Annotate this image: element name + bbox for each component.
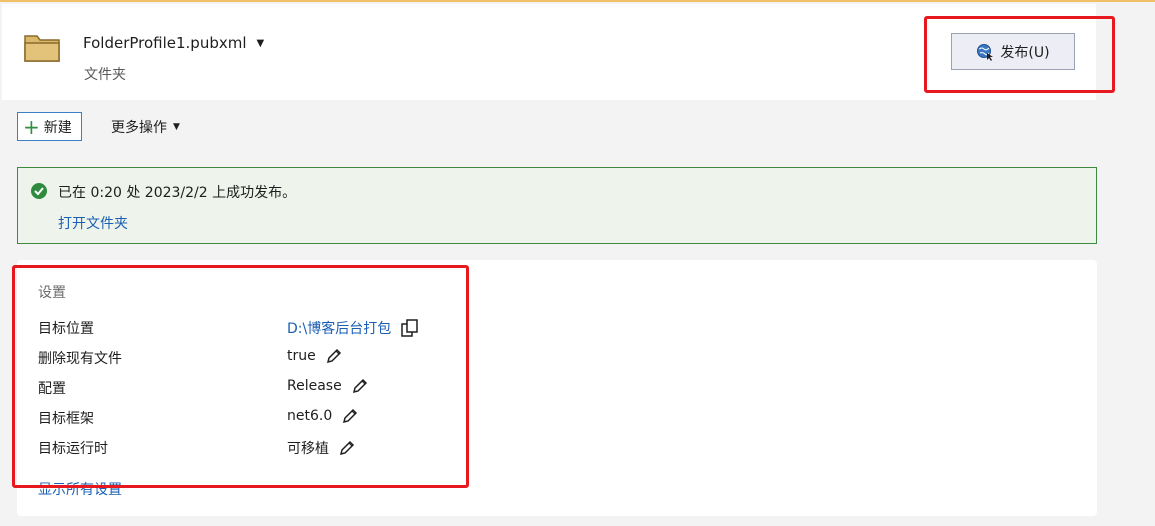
target-location-link[interactable]: D:\博客后台打包	[287, 318, 391, 338]
setting-label-target-framework: 目标框架	[38, 411, 94, 427]
target-runtime-value: 可移植	[287, 441, 329, 457]
setting-value-target-location: D:\博客后台打包	[287, 318, 419, 338]
edit-icon[interactable]	[352, 378, 368, 394]
new-button[interactable]: + 新建	[17, 112, 82, 141]
profile-type: 文件夹	[84, 67, 126, 83]
new-label: 新建	[43, 119, 72, 136]
globe-publish-icon	[977, 43, 994, 61]
caret-down-icon: ▼	[173, 122, 180, 132]
setting-value-target-framework: net6.0	[287, 408, 358, 424]
setting-value-configuration: Release	[287, 378, 368, 394]
caret-down-icon: ▼	[256, 37, 265, 49]
profile-selector[interactable]: FolderProfile1.pubxml ▼	[83, 34, 264, 52]
top-accent-line	[0, 0, 1155, 2]
target-framework-value: net6.0	[287, 408, 333, 424]
setting-label-target-runtime: 目标运行时	[38, 441, 108, 457]
success-message: 已在 0:20 处 2023/2/2 上成功发布。	[58, 185, 297, 201]
configuration-value: Release	[287, 378, 342, 394]
show-all-settings-link[interactable]: 显示所有设置	[38, 479, 122, 499]
edit-icon[interactable]	[342, 408, 358, 424]
more-actions-menu[interactable]: 更多操作 ▼	[111, 117, 180, 137]
profile-header: FolderProfile1.pubxml ▼ 文件夹	[2, 4, 1096, 100]
plus-icon: +	[23, 114, 40, 139]
publish-button[interactable]: 发布(U)	[951, 33, 1075, 70]
edit-icon[interactable]	[339, 440, 355, 456]
setting-label-target-location: 目标位置	[38, 321, 94, 337]
open-folder-link[interactable]: 打开文件夹	[58, 213, 128, 233]
setting-label-delete-existing: 删除现有文件	[38, 351, 122, 367]
setting-value-delete-existing: true	[287, 348, 342, 364]
settings-panel: 设置 目标位置 D:\博客后台打包 删除现有文件 true 配置 Release…	[17, 260, 1097, 516]
check-circle-icon	[31, 183, 47, 199]
success-banner: 已在 0:20 处 2023/2/2 上成功发布。 打开文件夹	[17, 167, 1097, 244]
delete-existing-value: true	[287, 348, 316, 364]
setting-label-configuration: 配置	[38, 381, 66, 397]
profile-name: FolderProfile1.pubxml	[83, 34, 247, 52]
folder-icon	[24, 35, 60, 62]
edit-icon[interactable]	[326, 348, 342, 364]
copy-icon[interactable]	[401, 319, 419, 337]
settings-title: 设置	[38, 285, 66, 301]
publish-label: 发布(U)	[1000, 44, 1050, 61]
setting-value-target-runtime: 可移植	[287, 438, 355, 458]
more-actions-label: 更多操作	[111, 120, 167, 136]
